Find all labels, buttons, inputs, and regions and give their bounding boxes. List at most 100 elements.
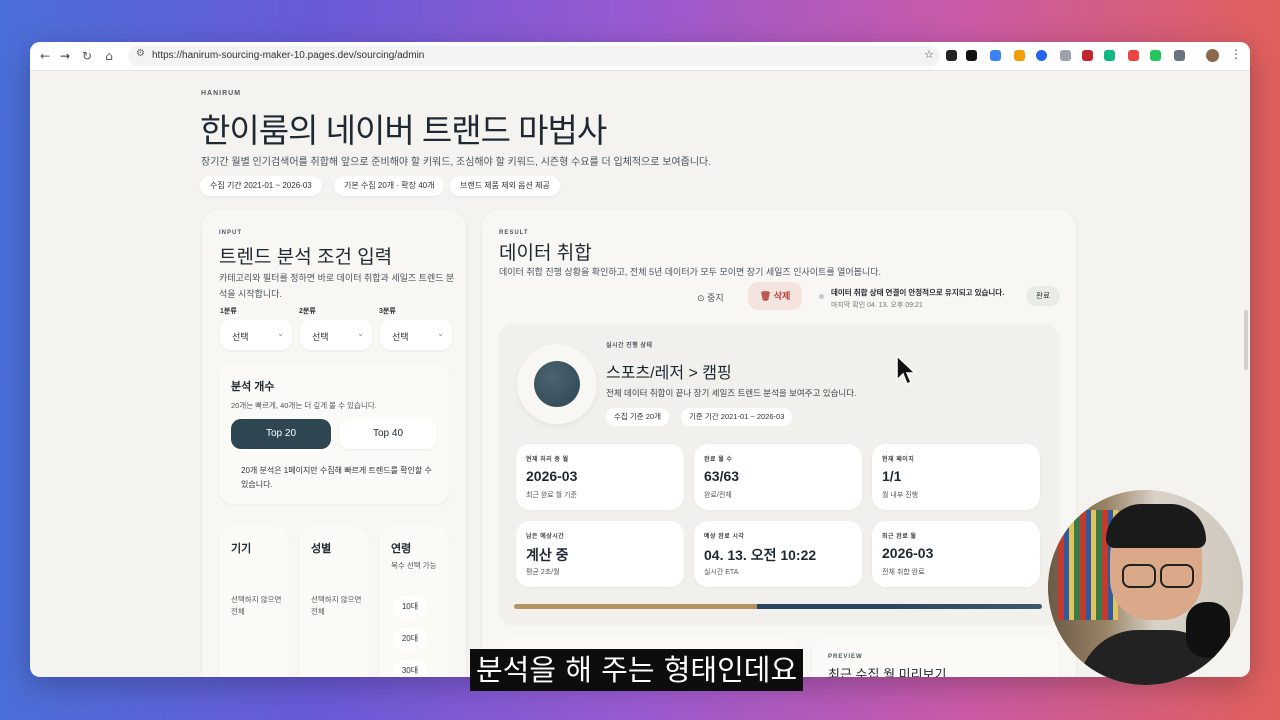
delete-label: 삭제 [773,291,791,301]
analysis-count-title: 분석 개수 [231,381,275,393]
extension-icon[interactable] [1128,50,1139,61]
collect-count-chip: 기본 수집 20개 · 확장 40개 [334,176,445,196]
extension-icon[interactable] [1104,50,1115,61]
microphone [1186,602,1230,658]
progress-core-icon [534,361,580,407]
gender-title: 성별 [311,543,332,555]
stat-key: 현재 처리 중 월 [526,457,569,463]
result-card: RESULT 데이터 취합 데이터 취합 진행 상황을 확인하고, 전체 5년 … [482,210,1076,677]
stat-sub: 월 내부 진행 [882,492,919,499]
stat-value: 계산 중 [526,547,569,563]
puzzle-icon[interactable] [1174,50,1185,61]
scrollbar[interactable] [1244,310,1248,370]
stat-key: 예상 완료 시각 [704,534,745,540]
stop-button[interactable]: ⊙ 중지 [697,291,724,304]
camera-extension-icon[interactable] [1060,50,1071,61]
category-1-select[interactable]: 선택 ⌄ [220,320,292,350]
site-settings-icon[interactable]: ⚙ [136,48,145,59]
progress-fill [514,604,1042,609]
extension-icon[interactable] [1082,50,1093,61]
extension-icon[interactable] [966,50,977,61]
stat-eta: 예상 완료 시각 04. 13. 오전 10:22 실시간 ETA [694,521,862,587]
input-title: 트렌드 분석 조건 입력 [219,247,393,268]
address-bar[interactable]: ⚙ https://hanirum-sourcing-maker-10.page… [128,46,940,66]
age-10s-button[interactable]: 10대 [393,596,427,618]
menu-icon[interactable]: ⋮ [1230,47,1242,61]
reload-icon[interactable]: ↻ [78,47,96,65]
page-subtitle: 장기간 월별 인기검색어를 취합해 앞으로 준비해야 할 키워드, 조심해야 할… [201,157,712,168]
preview-tag: PREVIEW [828,654,863,660]
extension-icon[interactable] [946,50,957,61]
analysis-count-box: 분석 개수 20개는 빠르게, 40개는 더 깊게 볼 수 있습니다. Top … [219,364,449,504]
status-title: 데이터 취합 상태 연결이 안정적으로 유지되고 있습니다. [831,288,1005,297]
category-3-select[interactable]: 선택 ⌄ [380,320,452,350]
input-card: INPUT 트렌드 분석 조건 입력 카테고리와 필터를 정하면 바로 데이터 … [202,210,466,677]
live-description: 전체 데이터 취합이 끝나 장기 세일즈 트렌드 분석을 보여주고 있습니다. [606,388,857,398]
glasses-left [1122,564,1156,588]
stat-value: 2026-03 [526,468,578,484]
live-status-box: 실시간 진행 상태 스포츠/레저 > 캠핑 전체 데이터 취합이 끝나 장기 세… [499,324,1059,624]
age-20s-button[interactable]: 20대 [393,628,427,650]
status-dot-icon [819,294,824,299]
stat-key: 최근 완료 월 [882,534,917,540]
result-title: 데이터 취합 [499,243,592,264]
chevron-down-icon: ⌄ [437,329,444,338]
device-title: 기기 [231,543,252,555]
profile-avatar[interactable] [1206,49,1219,62]
back-icon[interactable]: ← [36,47,54,65]
top40-button[interactable]: Top 40 [339,419,437,449]
category-2-select[interactable]: 선택 ⌄ [300,320,372,350]
browser-toolbar: ← → ↻ ⌂ ⚙ https://hanirum-sourcing-maker… [30,42,1250,71]
stat-value: 2026-03 [882,545,934,561]
stat-sub: 전체 취합 완료 [882,569,925,576]
preview-box: PREVIEW 최근 수집 월 미리보기 [812,638,1059,677]
bookmark-star-icon[interactable]: ☆ [924,48,934,61]
chevron-down-icon: ⌄ [277,329,284,338]
stat-current-page: 현재 페이지 1/1 월 내부 진행 [872,444,1040,510]
stat-value: 63/63 [704,468,740,484]
forward-icon[interactable]: → [56,47,74,65]
stat-current-month: 현재 처리 중 월 2026-03 최근 완료 월 기준 [516,444,684,510]
top20-button[interactable]: Top 20 [231,419,331,449]
home-icon[interactable]: ⌂ [100,47,118,65]
category-1-label: 1분류 [220,308,237,315]
live-category: 스포츠/레저 > 캠핑 [606,365,732,382]
extension-icon[interactable] [1150,50,1161,61]
device-desc: 선택하지 않으면 전체 [231,595,282,616]
progress-bar [514,604,1042,609]
age-30s-button[interactable]: 30대 [393,660,427,677]
stat-remaining-time: 남은 예상시간 계산 중 평균 2초/월 [516,521,684,587]
device-filter[interactable]: 기기 선택하지 않으면 전체 [219,526,289,677]
person-hair [1106,504,1206,548]
stop-circle-icon: ⊙ [697,294,705,304]
result-description: 데이터 취합 진행 상황을 확인하고, 전체 5년 데이터가 모두 모이면 장기… [499,267,881,277]
stat-last-month: 최근 완료 월 2026-03 전체 취합 완료 [872,521,1040,587]
stop-label: 중지 [707,293,724,303]
category-1-value: 선택 [232,332,249,342]
glasses-right [1160,564,1194,588]
video-caption: 분석을 해 주는 형태인데요 [470,649,804,691]
live-tag: 실시간 진행 상태 [606,343,653,349]
url-text: https://hanirum-sourcing-maker-10.pages.… [152,50,425,61]
status-sub: 마지막 확인 04. 13. 오후 09:21 [831,302,923,309]
analysis-count-note: 20개 분석은 1페이지만 수집해 빠르게 트렌드를 확인할 수 있습니다. [241,466,432,489]
stat-value: 1/1 [882,468,902,484]
preview-title: 최근 수집 월 미리보기 [828,667,947,677]
webcam-overlay [1048,490,1243,685]
extension-icon[interactable] [990,50,1001,61]
age-title: 연령 [391,543,412,555]
gender-filter[interactable]: 성별 선택하지 않으면 전체 [299,526,369,677]
analysis-count-desc: 20개는 빠르게, 40개는 더 깊게 볼 수 있습니다. [231,401,377,410]
period-chip: 수집 기간 2021-01 ~ 2026-03 [200,176,322,196]
chevron-down-icon: ⌄ [357,329,364,338]
extension-icon[interactable] [1014,50,1025,61]
age-filter: 연령 복수 선택 가능 10대 20대 30대 [379,526,449,677]
mouse-cursor-icon [896,354,917,386]
input-description: 카테고리와 필터를 정하면 바로 데이터 취합과 세일즈 트렌드 분석을 시작합… [219,273,455,299]
delete-button[interactable]: 🗑 삭제 [748,282,802,310]
trash-icon: 🗑 [759,291,772,301]
brand-label: HANIRUM [201,90,242,97]
extension-icon[interactable] [1036,50,1047,61]
category-3-value: 선택 [392,332,409,342]
collect-basis-pill: 수집 기준 20개 [606,408,670,426]
